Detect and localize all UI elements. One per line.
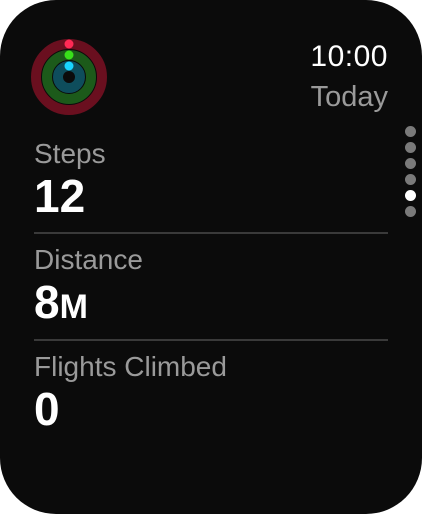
flights-number: 0 xyxy=(34,383,60,435)
steps-number: 12 xyxy=(34,170,86,222)
page-dot xyxy=(405,142,416,153)
steps-value: 12 xyxy=(34,171,388,221)
page-dot xyxy=(405,174,416,185)
distance-metric: Distance 8M xyxy=(34,244,388,332)
steps-metric: Steps 12 xyxy=(34,138,388,221)
flights-metric: Flights Climbed 0 xyxy=(34,351,388,434)
activity-rings-icon[interactable] xyxy=(30,38,108,116)
page-indicator xyxy=(405,126,417,222)
page-dot-active xyxy=(405,190,416,201)
distance-value: 8M xyxy=(34,277,388,332)
exercise-ring-indicator xyxy=(64,50,74,60)
date-label: Today xyxy=(310,81,388,113)
watch-screen: 10:00 Today Steps 12 Distance 8M Flights… xyxy=(0,0,422,514)
distance-number: 8 xyxy=(34,276,60,328)
distance-label: Distance xyxy=(34,244,143,275)
move-ring-indicator xyxy=(64,39,74,49)
flights-label: Flights Climbed xyxy=(34,351,227,382)
divider xyxy=(34,339,388,341)
page-dot xyxy=(405,206,416,217)
divider xyxy=(34,232,388,234)
flights-value: 0 xyxy=(34,384,388,434)
stand-ring-indicator xyxy=(64,61,74,71)
steps-label: Steps xyxy=(34,138,106,169)
clock-time: 10:00 xyxy=(310,40,388,73)
page-dot xyxy=(405,126,416,137)
page-dot xyxy=(405,158,416,169)
distance-unit: M xyxy=(59,288,88,326)
